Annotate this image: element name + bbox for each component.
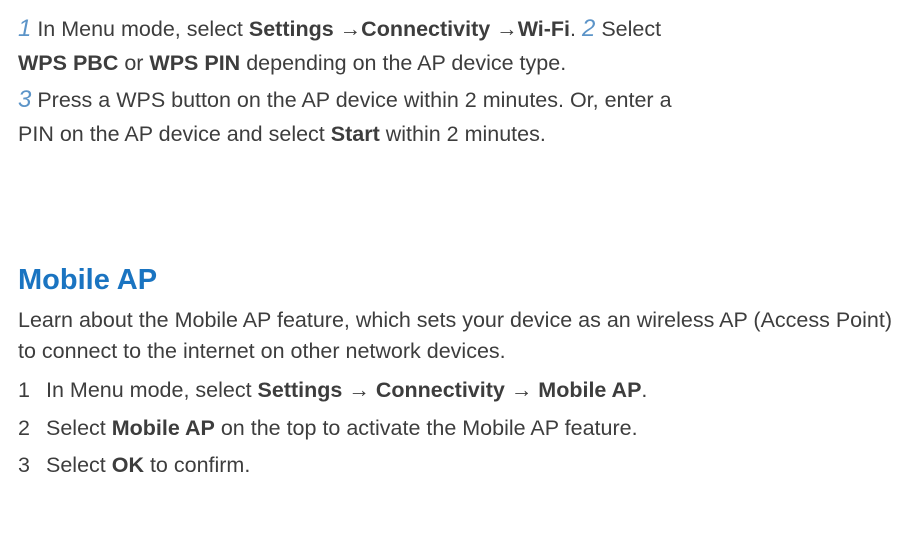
text: Select	[595, 17, 661, 41]
text: In Menu mode, select	[46, 378, 258, 402]
mobile-ap-label: Mobile AP	[538, 378, 641, 402]
wifi-label: Wi-Fi	[518, 17, 570, 41]
connectivity-label: Connectivity	[361, 17, 490, 41]
connectivity-label: Connectivity	[376, 378, 505, 402]
text: or	[118, 51, 149, 75]
list-item: 1 In Menu mode, select Settings → Connec…	[18, 375, 902, 406]
settings-label: Settings	[249, 17, 334, 41]
arrow: →	[342, 378, 375, 402]
text: .	[570, 17, 582, 41]
mobile-ap-label: Mobile AP	[112, 416, 215, 440]
steps-list: 1 In Menu mode, select Settings → Connec…	[18, 375, 902, 481]
section-heading-mobile-ap: Mobile AP	[18, 264, 902, 297]
text: on the top to activate the Mobile AP fea…	[215, 416, 638, 440]
step-number-1: 1	[18, 15, 31, 42]
text: within 2 minutes.	[380, 122, 546, 146]
step-number: 2	[18, 413, 46, 444]
arrow: →	[505, 378, 538, 402]
wps-pbc-label: WPS PBC	[18, 51, 118, 75]
settings-label: Settings	[258, 378, 343, 402]
ok-label: OK	[112, 453, 144, 477]
step-number: 1	[18, 375, 46, 406]
arrow: →	[334, 17, 361, 41]
text: to confirm.	[144, 453, 250, 477]
arrow: →	[490, 17, 517, 41]
text: depending on the AP device type.	[240, 51, 566, 75]
text: Select	[46, 453, 112, 477]
step-number: 3	[18, 450, 46, 481]
intro-paragraph: Learn about the Mobile AP feature, which…	[18, 305, 902, 367]
list-item: 3 Select OK to confirm.	[18, 450, 902, 481]
step-number-2: 2	[582, 15, 595, 42]
step-number-3: 3	[18, 86, 31, 113]
text: In Menu mode, select	[31, 17, 249, 41]
top-instruction-block: 1 In Menu mode, select Settings →Connect…	[18, 10, 678, 151]
text: .	[641, 378, 647, 402]
text: Select	[46, 416, 112, 440]
list-item: 2 Select Mobile AP on the top to activat…	[18, 413, 902, 444]
start-label: Start	[331, 122, 380, 146]
wps-pin-label: WPS PIN	[149, 51, 240, 75]
